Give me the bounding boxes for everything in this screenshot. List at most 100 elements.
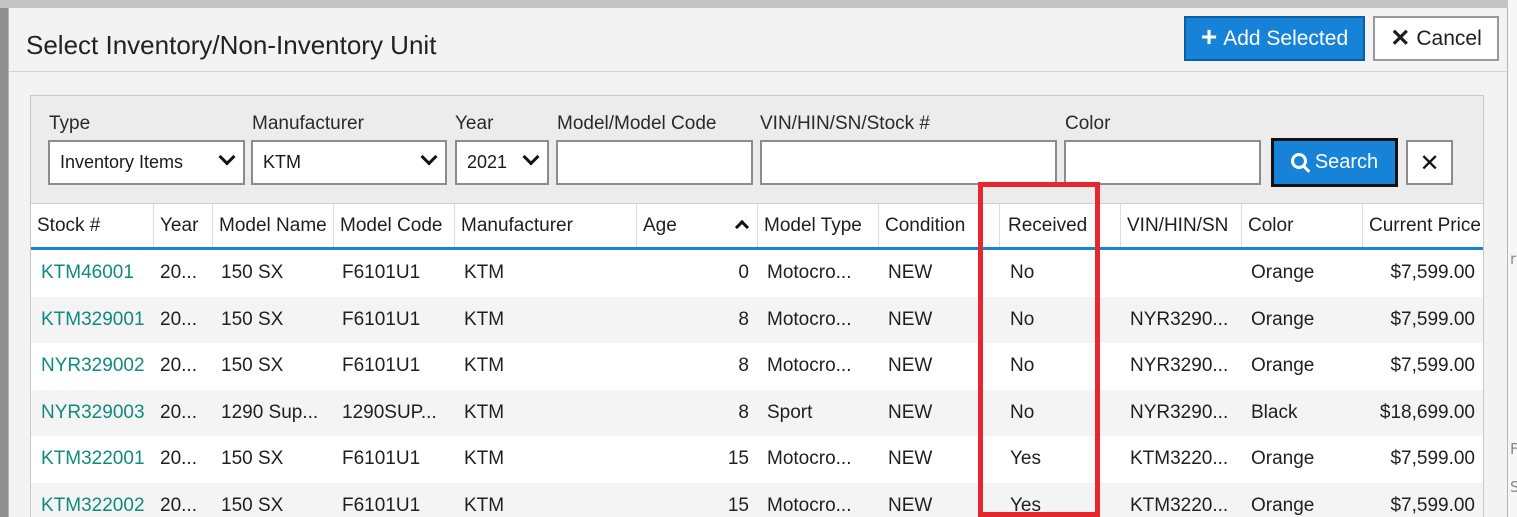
year-value: 2021 [467, 152, 508, 172]
stock-link[interactable]: KTM322002 [41, 483, 153, 517]
column-header-model-type[interactable]: Model Type [758, 204, 879, 247]
column-header-color[interactable]: Color [1242, 204, 1363, 247]
model-code-cell: F6101U1 [342, 448, 421, 470]
column-header-current-price[interactable]: Current Price [1363, 204, 1483, 247]
clear-filters-button[interactable]: ✕ [1406, 140, 1453, 185]
year-cell: 20... [160, 262, 197, 284]
model-type-cell: Sport [767, 401, 813, 423]
condition-cell: NEW [888, 355, 933, 377]
column-header-manufacturer[interactable]: Manufacturer [455, 204, 637, 247]
add-selected-label: Add Selected [1223, 26, 1349, 50]
vin-cell: NYR3290... [1130, 355, 1229, 377]
color-cell: Black [1251, 401, 1298, 423]
column-header-condition[interactable]: Condition [879, 204, 1000, 247]
close-icon: ✕ [1419, 148, 1440, 177]
condition-cell: NEW [888, 448, 933, 470]
chevron-down-icon [522, 148, 540, 166]
received-cell: No [1010, 355, 1035, 377]
table-row[interactable]: KTM322002 20... 150 SX F6101U1 KTM 15 Mo… [31, 482, 1483, 517]
table-row[interactable]: NYR329002 20... 150 SX F6101U1 KTM 8 Mot… [31, 343, 1483, 390]
type-select[interactable]: Inventory Items [48, 140, 245, 185]
stock-link[interactable]: NYR329003 [41, 390, 153, 437]
column-header-model-name[interactable]: Model Name [213, 204, 334, 247]
inventory-panel: Type Inventory Items Manufacturer KTM Ye… [30, 95, 1484, 517]
received-cell: No [1010, 308, 1035, 330]
color-cell: Orange [1251, 494, 1315, 516]
received-cell: No [1010, 401, 1035, 423]
price-cell: $7,599.00 [1390, 355, 1475, 377]
column-header-stock[interactable]: Stock # [31, 204, 154, 247]
model-type-cell: Motocro... [767, 448, 852, 470]
cancel-button[interactable]: ✕ Cancel [1373, 16, 1499, 61]
age-cell: 15 [727, 448, 749, 470]
grid-header: Stock # Year Model Name Model Code Manuf… [31, 204, 1483, 250]
table-row[interactable]: NYR329003 20... 1290 Sup... 1290SUP... K… [31, 389, 1483, 437]
color-label: Color [1065, 113, 1111, 134]
manufacturer-select[interactable]: KTM [251, 140, 447, 185]
model-type-cell: Motocro... [767, 494, 852, 516]
condition-cell: NEW [888, 308, 933, 330]
year-label: Year [455, 113, 494, 134]
color-input[interactable] [1064, 140, 1261, 185]
price-cell: $7,599.00 [1390, 448, 1475, 470]
table-row[interactable]: KTM46001 20... 150 SX F6101U1 KTM 0 Moto… [31, 250, 1483, 297]
model-name-cell: 150 SX [221, 355, 284, 377]
manufacturer-value: KTM [263, 152, 301, 172]
year-select[interactable]: 2021 [455, 140, 549, 185]
dialog-header: Select Inventory/Non-Inventory Unit + Ad… [9, 8, 1509, 72]
year-cell: 20... [160, 448, 197, 470]
model-name-cell: 150 SX [221, 262, 284, 284]
column-header-model-code[interactable]: Model Code [334, 204, 455, 247]
type-value: Inventory Items [60, 152, 184, 172]
manufacturer-cell: KTM [464, 355, 505, 377]
table-row[interactable]: KTM322001 20... 150 SX F6101U1 KTM 15 Mo… [31, 436, 1483, 483]
filter-bar: Type Inventory Items Manufacturer KTM Ye… [31, 96, 1483, 204]
search-button[interactable]: Search [1271, 138, 1398, 187]
manufacturer-cell: KTM [464, 401, 505, 423]
cancel-label: Cancel [1416, 26, 1482, 50]
year-cell: 20... [160, 401, 197, 423]
dialog-title: Select Inventory/Non-Inventory Unit [26, 30, 437, 60]
color-cell: Orange [1251, 262, 1315, 284]
column-header-year[interactable]: Year [154, 204, 213, 247]
stock-link[interactable]: NYR329002 [41, 343, 153, 390]
model-code-cell: F6101U1 [342, 355, 421, 377]
background-page: ri F S [1508, 0, 1517, 517]
inventory-grid: KTM46001 20... 150 SX F6101U1 KTM 0 Moto… [31, 250, 1483, 517]
vin-cell [1130, 250, 1240, 297]
column-header-age-label: Age [643, 214, 677, 236]
stock-link[interactable]: KTM46001 [41, 250, 153, 297]
chevron-down-icon [218, 148, 236, 166]
model-type-cell: Motocro... [767, 308, 852, 330]
received-cell: Yes [1010, 448, 1041, 470]
model-name-cell: 1290 Sup... [221, 401, 319, 423]
year-cell: 20... [160, 308, 197, 330]
price-cell: $7,599.00 [1390, 494, 1475, 516]
vin-cell: KTM3220... [1130, 494, 1229, 516]
age-cell: 0 [738, 262, 749, 284]
search-label: Search [1314, 151, 1379, 173]
table-row[interactable]: KTM329001 20... 150 SX F6101U1 KTM 8 Mot… [31, 296, 1483, 344]
vin-input[interactable] [760, 140, 1057, 185]
close-icon: ✕ [1390, 25, 1411, 52]
color-cell: Orange [1251, 355, 1315, 377]
type-label: Type [49, 113, 91, 134]
price-cell: $7,599.00 [1390, 262, 1475, 284]
column-header-age[interactable]: Age [637, 204, 758, 247]
stock-link[interactable]: KTM322001 [41, 436, 153, 483]
model-label: Model/Model Code [557, 113, 717, 134]
plus-icon: + [1200, 21, 1218, 52]
manufacturer-cell: KTM [464, 308, 505, 330]
search-icon [1290, 152, 1307, 169]
model-type-cell: Motocro... [767, 262, 852, 284]
background-text: S [1510, 478, 1517, 496]
add-selected-button[interactable]: + Add Selected [1184, 16, 1365, 61]
age-cell: 8 [738, 308, 749, 330]
column-header-received[interactable]: Received [1000, 204, 1121, 247]
year-cell: 20... [160, 355, 197, 377]
column-header-vin[interactable]: VIN/HIN/SN [1121, 204, 1242, 247]
chevron-down-icon [420, 148, 438, 166]
model-input[interactable] [556, 140, 753, 185]
vin-cell: KTM3220... [1130, 448, 1229, 470]
stock-link[interactable]: KTM329001 [41, 297, 153, 344]
